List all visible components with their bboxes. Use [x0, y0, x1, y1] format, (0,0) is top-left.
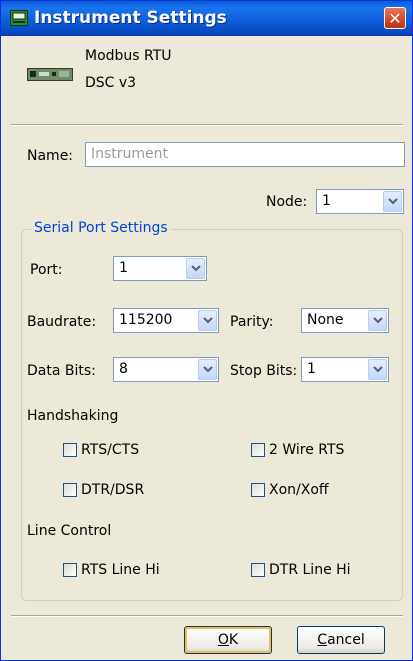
ok-button[interactable]: OK	[184, 626, 272, 654]
port-value: 1	[119, 260, 128, 276]
checkbox-box[interactable]	[251, 443, 265, 457]
node-value: 1	[322, 193, 331, 209]
parity-select[interactable]: None	[301, 308, 389, 333]
dtr-line-hi-label: DTR Line Hi	[269, 562, 351, 578]
dtr-line-hi-checkbox[interactable]: DTR Line Hi	[251, 562, 351, 578]
checkbox-box[interactable]	[63, 563, 77, 577]
checkbox-box[interactable]	[63, 443, 77, 457]
device-icon	[27, 68, 73, 81]
baudrate-label: Baudrate:	[27, 314, 97, 330]
checkbox-box[interactable]	[251, 483, 265, 497]
name-input[interactable]: Instrument	[85, 142, 405, 167]
top-separator	[11, 124, 403, 126]
xon-xoff-label: Xon/Xoff	[269, 482, 329, 498]
dropdown-arrow-icon[interactable]	[368, 359, 387, 380]
line-control-title: Line Control	[27, 523, 112, 539]
title-bar[interactable]: Instrument Settings ✕	[1, 1, 412, 36]
ok-hotkey: O	[217, 632, 229, 648]
device-model: DSC v3	[85, 75, 137, 91]
cancel-label-rest: ancel	[327, 632, 365, 648]
ok-label-rest: K	[228, 632, 239, 648]
cancel-hotkey: C	[317, 632, 328, 648]
dropdown-arrow-icon[interactable]	[383, 191, 402, 212]
window-title: Instrument Settings	[34, 8, 227, 28]
data-bits-label: Data Bits:	[27, 363, 96, 379]
handshaking-title: Handshaking	[27, 408, 119, 424]
stop-bits-select[interactable]: 1	[301, 357, 389, 382]
checkbox-box[interactable]	[63, 483, 77, 497]
rts-cts-label: RTS/CTS	[81, 442, 140, 458]
dropdown-arrow-icon[interactable]	[186, 258, 205, 279]
two-wire-rts-checkbox[interactable]: 2 Wire RTS	[251, 442, 344, 458]
serial-port-group-title: Serial Port Settings	[31, 220, 171, 236]
device-protocol: Modbus RTU	[85, 48, 172, 64]
port-label: Port:	[30, 262, 63, 278]
bottom-separator	[11, 615, 403, 617]
rts-cts-checkbox[interactable]: RTS/CTS	[63, 442, 139, 458]
rts-line-hi-checkbox[interactable]: RTS Line Hi	[63, 562, 160, 578]
name-label: Name:	[27, 148, 74, 164]
dropdown-arrow-icon[interactable]	[198, 310, 217, 331]
xon-xoff-checkbox[interactable]: Xon/Xoff	[251, 482, 329, 498]
dropdown-arrow-icon[interactable]	[368, 310, 387, 331]
checkbox-box[interactable]	[251, 563, 265, 577]
name-input-placeholder: Instrument	[91, 146, 169, 162]
baudrate-value: 115200	[119, 312, 173, 328]
parity-label: Parity:	[230, 314, 274, 330]
baudrate-select[interactable]: 115200	[113, 308, 219, 333]
instrument-settings-dialog: Instrument Settings ✕ Modbus RTU DSC v3 …	[0, 0, 413, 661]
stop-bits-label: Stop Bits:	[230, 363, 298, 379]
data-bits-value: 8	[119, 361, 128, 377]
close-icon: ✕	[388, 9, 402, 28]
two-wire-rts-label: 2 Wire RTS	[269, 442, 345, 458]
parity-value: None	[307, 312, 344, 328]
cancel-button[interactable]: Cancel	[297, 626, 385, 654]
data-bits-select[interactable]: 8	[113, 357, 219, 382]
dtr-dsr-checkbox[interactable]: DTR/DSR	[63, 482, 144, 498]
dropdown-arrow-icon[interactable]	[198, 359, 217, 380]
port-select[interactable]: 1	[113, 256, 207, 281]
node-label: Node:	[266, 194, 308, 210]
node-select[interactable]: 1	[316, 189, 404, 214]
stop-bits-value: 1	[307, 361, 316, 377]
rts-line-hi-label: RTS Line Hi	[81, 562, 160, 578]
window-app-icon	[10, 10, 28, 26]
close-button[interactable]: ✕	[384, 7, 406, 29]
dtr-dsr-label: DTR/DSR	[81, 482, 145, 498]
